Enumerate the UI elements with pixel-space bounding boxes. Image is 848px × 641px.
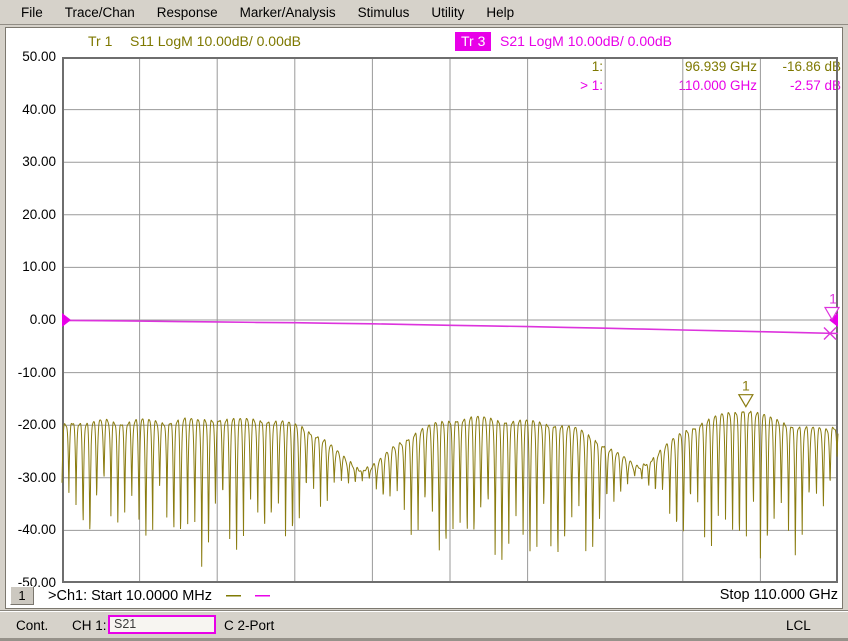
- start-frequency-text: >Ch1: Start 10.0000 MHz: [48, 588, 212, 604]
- menu-bar: File Trace/Chan Response Marker/Analysis…: [0, 0, 848, 25]
- stop-frequency-label: Stop 110.000 GHz: [640, 587, 838, 603]
- y-axis-label: 20.00: [2, 207, 56, 222]
- marker1-s11-number-label: 1: [742, 378, 750, 394]
- menu-trace-chan[interactable]: Trace/Chan: [54, 5, 146, 20]
- y-axis-label: 10.00: [2, 259, 56, 274]
- sweep-mode-status: Cont.: [16, 618, 48, 633]
- trace1-legend-dash: —: [226, 587, 241, 604]
- lcl-status: LCL: [786, 618, 811, 633]
- trace3-format-label[interactable]: S21 LogM 10.00dB/ 0.00dB: [500, 33, 672, 49]
- y-axis-label: 50.00: [2, 49, 56, 64]
- measurement-field[interactable]: S21: [108, 615, 216, 634]
- menu-file[interactable]: File: [10, 5, 54, 20]
- trace3-legend-dash: —: [255, 587, 270, 604]
- y-axis-label: -30.00: [2, 470, 56, 485]
- y-axis-label: -20.00: [2, 417, 56, 432]
- trace1-format-label[interactable]: S11 LogM 10.00dB/ 0.00dB: [130, 33, 301, 49]
- status-bar: Cont. CH 1: S21 C 2-Port LCL: [0, 611, 848, 638]
- start-frequency-label: >Ch1: Start 10.0000 MHz — —: [48, 587, 270, 604]
- y-axis-label: 40.00: [2, 102, 56, 117]
- menu-help[interactable]: Help: [475, 5, 525, 20]
- menu-marker-analysis[interactable]: Marker/Analysis: [229, 5, 347, 20]
- menu-response[interactable]: Response: [146, 5, 229, 20]
- channel-status-label: CH 1:: [72, 618, 107, 633]
- y-axis-label: -40.00: [2, 522, 56, 537]
- marker1-s21-number-label: 1: [829, 291, 837, 307]
- trace3-id-active-badge[interactable]: Tr 3: [455, 32, 491, 51]
- menu-utility[interactable]: Utility: [420, 5, 475, 20]
- trace1-id[interactable]: Tr 1: [88, 33, 112, 49]
- channel1-button[interactable]: 1: [10, 586, 34, 605]
- y-axis-label: -10.00: [2, 365, 56, 380]
- calibration-status: C 2-Port: [224, 618, 274, 633]
- y-axis-label: 30.00: [2, 154, 56, 169]
- y-axis-label: 0.00: [2, 312, 56, 327]
- marker1-s11-triangle-icon[interactable]: [739, 395, 753, 407]
- plot-area: 11: [62, 57, 838, 583]
- menu-stimulus[interactable]: Stimulus: [347, 5, 421, 20]
- reference-level-triangle-left[interactable]: [62, 313, 71, 327]
